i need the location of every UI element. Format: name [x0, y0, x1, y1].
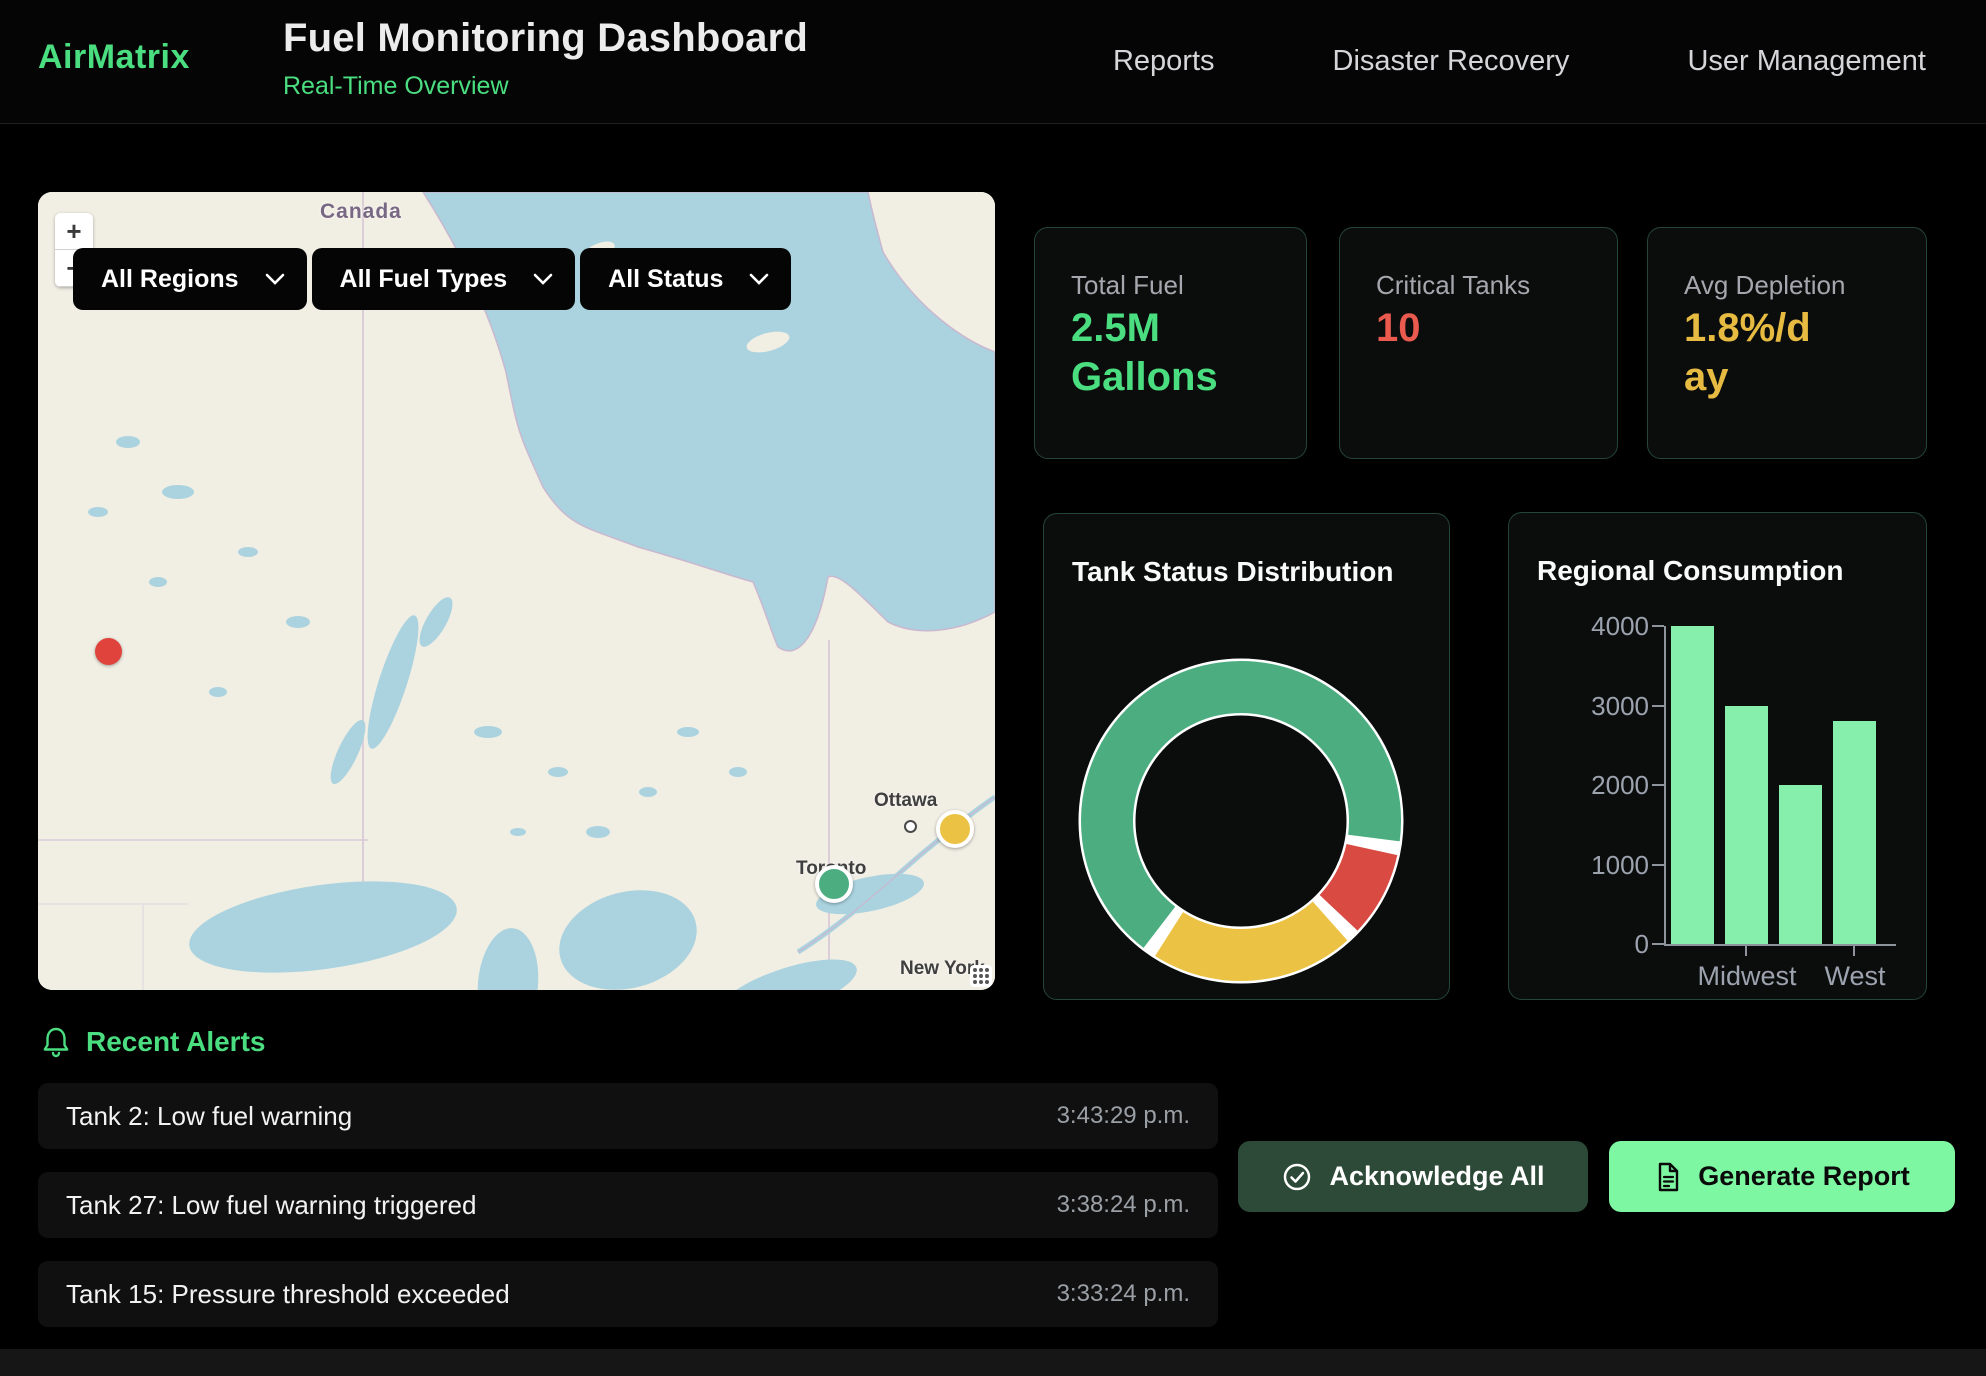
- fuel-type-filter-select[interactable]: All Fuel Types: [312, 248, 576, 310]
- tank-status-donut: [1044, 514, 1449, 999]
- chevron-down-icon: [533, 273, 553, 285]
- alert-row: Tank 15: Pressure threshold exceeded 3:3…: [38, 1261, 1218, 1327]
- stat-card-avg-depletion: Avg Depletion 1.8%/day: [1647, 227, 1927, 459]
- bell-icon: [42, 1026, 70, 1058]
- regional-consumption-chart: 01000200030004000MidwestWest: [1509, 513, 1926, 999]
- brand-logo: AirMatrix: [38, 38, 190, 77]
- page-title: Fuel Monitoring Dashboard: [283, 16, 808, 61]
- alert-time: 3:38:24 p.m.: [1057, 1191, 1190, 1219]
- stat-label: Critical Tanks: [1376, 270, 1530, 301]
- check-circle-icon: [1281, 1161, 1313, 1193]
- status-filter-select[interactable]: All Status: [580, 248, 791, 310]
- tank-marker-critical[interactable]: [95, 638, 122, 665]
- chevron-down-icon: [265, 273, 285, 285]
- generate-report-label: Generate Report: [1698, 1161, 1910, 1192]
- stat-value: 10: [1376, 304, 1421, 353]
- main-nav: Reports Disaster Recovery User Managemen…: [1113, 0, 1926, 123]
- alerts-header: Recent Alerts: [42, 1026, 265, 1058]
- alert-message: Tank 2: Low fuel warning: [66, 1101, 352, 1132]
- region-filter-value: All Regions: [101, 265, 239, 294]
- stat-card-critical-tanks: Critical Tanks 10: [1339, 227, 1618, 459]
- nav-user-management[interactable]: User Management: [1687, 45, 1926, 78]
- status-filter-value: All Status: [608, 265, 723, 294]
- alerts-title: Recent Alerts: [86, 1026, 265, 1058]
- stat-value: 1.8%/day: [1684, 304, 1819, 402]
- app-header: AirMatrix Fuel Monitoring Dashboard Real…: [0, 0, 1986, 124]
- regional-consumption-card: Regional Consumption 01000200030004000Mi…: [1508, 512, 1927, 1000]
- map-resize-handle[interactable]: [970, 965, 992, 987]
- acknowledge-all-button[interactable]: Acknowledge All: [1238, 1141, 1588, 1212]
- alert-time: 3:43:29 p.m.: [1057, 1102, 1190, 1130]
- zoom-in-button[interactable]: +: [55, 213, 93, 250]
- tank-status-distribution-card: Tank Status Distribution: [1043, 513, 1450, 1000]
- stat-card-total-fuel: Total Fuel 2.5M Gallons: [1034, 227, 1307, 459]
- fuel-monitoring-dashboard: AirMatrix Fuel Monitoring Dashboard Real…: [0, 0, 1986, 1376]
- map-label-canada: Canada: [320, 200, 402, 224]
- fuel-type-filter-value: All Fuel Types: [340, 265, 508, 294]
- region-filter-select[interactable]: All Regions: [73, 248, 307, 310]
- alert-time: 3:33:24 p.m.: [1057, 1280, 1190, 1308]
- nav-reports[interactable]: Reports: [1113, 45, 1215, 78]
- tank-marker-normal[interactable]: [815, 865, 853, 903]
- tank-marker-warning[interactable]: [936, 810, 974, 848]
- chevron-down-icon: [749, 273, 769, 285]
- map-filters: All Regions All Fuel Types All Status: [73, 248, 791, 310]
- alert-message: Tank 27: Low fuel warning triggered: [66, 1190, 476, 1221]
- stat-label: Total Fuel: [1071, 270, 1184, 301]
- acknowledge-all-label: Acknowledge All: [1329, 1161, 1544, 1192]
- stat-value: 2.5M Gallons: [1071, 304, 1306, 402]
- tank-map[interactable]: Canada Ottawa Toronto New York + − All R…: [38, 192, 995, 990]
- alert-message: Tank 15: Pressure threshold exceeded: [66, 1279, 510, 1310]
- ottawa-town-dot: [904, 820, 917, 833]
- map-label-ottawa: Ottawa: [874, 790, 937, 812]
- document-icon: [1654, 1161, 1682, 1193]
- window-footer: [0, 1349, 1986, 1376]
- alert-row: Tank 2: Low fuel warning 3:43:29 p.m.: [38, 1083, 1218, 1149]
- page-subtitle: Real-Time Overview: [283, 72, 509, 101]
- alert-row: Tank 27: Low fuel warning triggered 3:38…: [38, 1172, 1218, 1238]
- nav-disaster-recovery[interactable]: Disaster Recovery: [1333, 45, 1570, 78]
- generate-report-button[interactable]: Generate Report: [1609, 1141, 1955, 1212]
- stat-label: Avg Depletion: [1684, 270, 1845, 301]
